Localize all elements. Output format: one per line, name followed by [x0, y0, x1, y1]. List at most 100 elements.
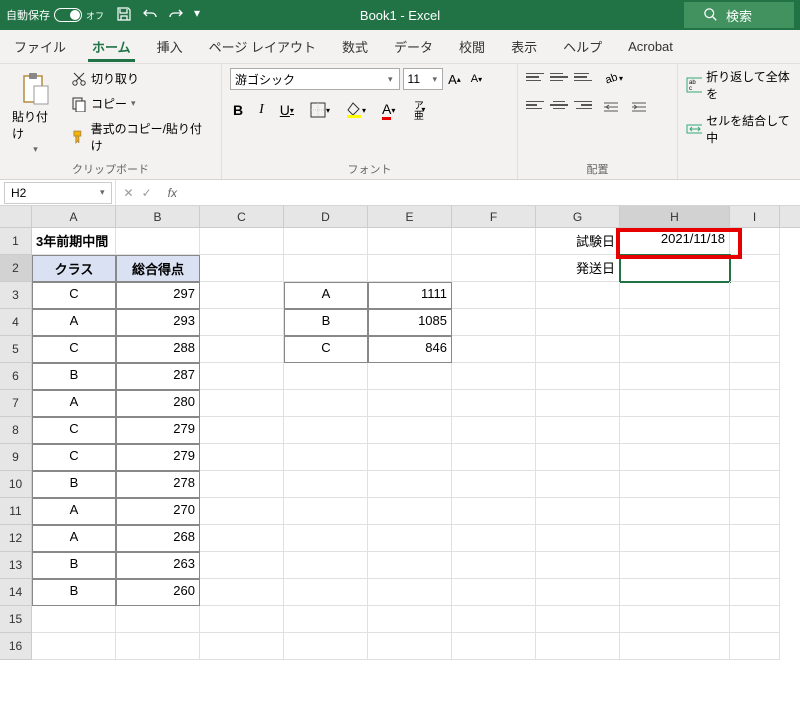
cut-button[interactable]: 切り取り: [69, 68, 213, 89]
cell[interactable]: クラス: [32, 255, 116, 282]
select-all-corner[interactable]: [0, 206, 32, 227]
bold-button[interactable]: B: [230, 100, 246, 120]
col-header[interactable]: C: [200, 206, 284, 227]
cell[interactable]: 260: [116, 579, 200, 606]
cell[interactable]: [284, 390, 368, 417]
row-header[interactable]: 12: [0, 525, 32, 552]
increase-indent-button[interactable]: [628, 98, 650, 118]
fill-color-button[interactable]: ▾: [343, 100, 369, 120]
cell[interactable]: [452, 444, 536, 471]
paste-button[interactable]: 貼り付け ▾: [8, 68, 63, 159]
cell[interactable]: [284, 471, 368, 498]
cell[interactable]: [536, 633, 620, 660]
cell[interactable]: [620, 309, 730, 336]
cell[interactable]: [730, 633, 780, 660]
cell[interactable]: [284, 444, 368, 471]
cell[interactable]: 278: [116, 471, 200, 498]
cell[interactable]: 総合得点: [116, 255, 200, 282]
cell[interactable]: [452, 363, 536, 390]
cell[interactable]: A: [32, 498, 116, 525]
cell[interactable]: [200, 228, 284, 255]
cell[interactable]: [536, 471, 620, 498]
border-button[interactable]: ▾: [307, 100, 333, 120]
row-header[interactable]: 10: [0, 471, 32, 498]
cell[interactable]: [620, 552, 730, 579]
cell[interactable]: [284, 228, 368, 255]
font-name-input[interactable]: [230, 68, 400, 90]
formula-input[interactable]: [185, 180, 800, 205]
col-header[interactable]: A: [32, 206, 116, 227]
autosave-toggle[interactable]: 自動保存 オフ: [6, 7, 104, 23]
cell[interactable]: [32, 606, 116, 633]
name-box[interactable]: [4, 182, 112, 204]
col-header[interactable]: E: [368, 206, 452, 227]
cell[interactable]: [200, 363, 284, 390]
undo-icon[interactable]: [142, 6, 158, 25]
cell[interactable]: [730, 444, 780, 471]
cell[interactable]: [368, 390, 452, 417]
qat-dropdown-icon[interactable]: ▾: [194, 6, 200, 25]
tab-layout[interactable]: ページ レイアウト: [205, 31, 320, 62]
cell[interactable]: [200, 336, 284, 363]
cell[interactable]: A: [284, 282, 368, 309]
cell[interactable]: [368, 255, 452, 282]
row-header[interactable]: 16: [0, 633, 32, 660]
orientation-button[interactable]: ab▾: [600, 68, 626, 88]
cell[interactable]: [284, 633, 368, 660]
row-header[interactable]: 6: [0, 363, 32, 390]
cell[interactable]: [620, 336, 730, 363]
cell[interactable]: [200, 633, 284, 660]
cell[interactable]: [730, 309, 780, 336]
row-header[interactable]: 4: [0, 309, 32, 336]
cell[interactable]: [368, 444, 452, 471]
cell[interactable]: [452, 498, 536, 525]
cell[interactable]: [200, 444, 284, 471]
cell[interactable]: B: [32, 579, 116, 606]
cell[interactable]: [116, 633, 200, 660]
align-left-button[interactable]: [526, 96, 544, 114]
cell[interactable]: [730, 498, 780, 525]
cell[interactable]: [32, 633, 116, 660]
cell[interactable]: 3年前期中間: [32, 228, 116, 255]
cell[interactable]: [368, 417, 452, 444]
wrap-text-button[interactable]: abc 折り返して全体を: [686, 68, 792, 102]
cell[interactable]: [730, 579, 780, 606]
col-header[interactable]: F: [452, 206, 536, 227]
cell[interactable]: [284, 525, 368, 552]
decrease-font-button[interactable]: A▾: [468, 71, 485, 87]
cell[interactable]: [284, 606, 368, 633]
cell[interactable]: B: [32, 552, 116, 579]
tab-review[interactable]: 校閲: [455, 31, 489, 62]
col-header[interactable]: H: [620, 206, 730, 227]
cell[interactable]: C: [284, 336, 368, 363]
cell[interactable]: [368, 363, 452, 390]
cell[interactable]: [368, 579, 452, 606]
copy-button[interactable]: コピー ▾: [69, 93, 213, 114]
cell[interactable]: [536, 390, 620, 417]
chevron-down-icon[interactable]: ▾: [433, 74, 438, 85]
font-color-button[interactable]: A ▾: [379, 99, 398, 122]
cell[interactable]: [536, 606, 620, 633]
cell[interactable]: [730, 255, 780, 282]
cell[interactable]: 試験日: [536, 228, 620, 255]
cell[interactable]: 287: [116, 363, 200, 390]
col-header[interactable]: B: [116, 206, 200, 227]
cell[interactable]: [452, 309, 536, 336]
cell[interactable]: [452, 282, 536, 309]
cell[interactable]: [284, 255, 368, 282]
underline-button[interactable]: U ▾: [277, 100, 297, 120]
format-painter-button[interactable]: 書式のコピー/貼り付け: [69, 118, 213, 156]
cell[interactable]: [730, 552, 780, 579]
cell[interactable]: [368, 633, 452, 660]
cell[interactable]: [200, 282, 284, 309]
decrease-indent-button[interactable]: [600, 98, 622, 118]
row-header[interactable]: 14: [0, 579, 32, 606]
cell[interactable]: 1085: [368, 309, 452, 336]
cell[interactable]: [536, 336, 620, 363]
cell[interactable]: [730, 525, 780, 552]
cell[interactable]: [536, 552, 620, 579]
tab-insert[interactable]: 挿入: [153, 31, 187, 62]
cell[interactable]: [452, 471, 536, 498]
cell[interactable]: [284, 552, 368, 579]
align-top-button[interactable]: [526, 68, 544, 86]
